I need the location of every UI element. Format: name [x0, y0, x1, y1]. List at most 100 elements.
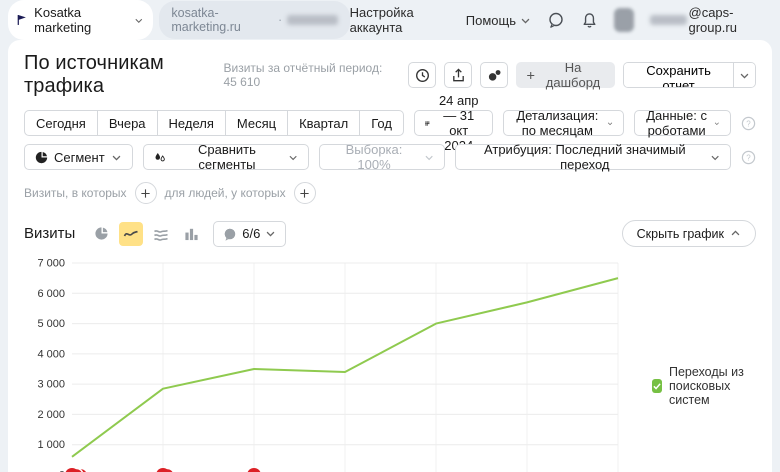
period-month-button[interactable]: Месяц: [226, 110, 288, 136]
legend-label: Переходы из поисковых систем: [669, 365, 756, 407]
counter-id-redacted: [287, 15, 338, 25]
visits-line-chart: 01 0002 0003 0004 0005 0006 0007 000Апр …: [24, 253, 628, 472]
save-report-dropdown[interactable]: [733, 63, 755, 87]
chat-icon[interactable]: [547, 11, 565, 29]
sampling-label: Выборка: 100%: [330, 142, 417, 172]
legend-checkbox-checked[interactable]: [652, 379, 662, 393]
topbar: Kosatka marketing kosatka-marketing.ru Н…: [0, 0, 780, 40]
chevron-up-icon: [730, 228, 741, 239]
history-button[interactable]: [408, 62, 436, 88]
pie-chart-icon: [94, 226, 109, 241]
svg-text:7 000: 7 000: [37, 258, 65, 270]
chevron-down-icon: [265, 228, 276, 239]
period-today-button[interactable]: Сегодня: [24, 110, 98, 136]
report-card: По источникам трафика Визиты за отчётный…: [8, 40, 772, 472]
line-chart-type-button[interactable]: [119, 222, 143, 246]
period-quarter-button[interactable]: Квартал: [288, 110, 360, 136]
chevron-down-icon: [111, 152, 122, 163]
checkmark-icon: [652, 381, 662, 391]
svg-text:6 000: 6 000: [37, 288, 65, 300]
compare-segments-button[interactable]: Сравнить сегменты: [143, 144, 310, 170]
chart-mount[interactable]: 01 0002 0003 0004 0005 0006 0007 000Апр …: [24, 253, 756, 472]
separator-dot: [278, 13, 282, 27]
visits-filter-label: Визиты, в которых: [24, 186, 127, 200]
metrica-balls-icon: [487, 68, 502, 83]
chevron-down-icon: [714, 118, 720, 129]
data-mode-label: Данные: с роботами: [645, 108, 708, 138]
compare-segments-label: Сравнить сегменты: [172, 142, 282, 172]
svg-text:3 000: 3 000: [37, 379, 65, 391]
people-filter-label: для людей, у которых: [165, 186, 286, 200]
chart-area: 01 0002 0003 0004 0005 0006 0007 000Апр …: [24, 253, 756, 472]
help-question-icon[interactable]: ?: [741, 116, 756, 131]
chevron-down-icon: [607, 118, 613, 129]
svg-text:?: ?: [746, 153, 751, 162]
data-mode-select[interactable]: Данные: с роботами: [634, 110, 731, 136]
period-year-button[interactable]: Год: [360, 110, 404, 136]
add-to-dashboard-label: На дашборд: [541, 60, 605, 90]
attribution-label: Атрибуция: Последний значимый переход: [466, 142, 704, 172]
chevron-down-icon: [739, 70, 750, 81]
svg-text:?: ?: [746, 119, 751, 128]
visits-summary: Визиты за отчётный период: 45 610: [223, 61, 396, 89]
counter-switcher[interactable]: Kosatka marketing: [8, 0, 153, 40]
hide-chart-label: Скрыть график: [637, 227, 724, 241]
detail-label: Детализация: по месяцам: [514, 108, 601, 138]
page-title: По источникам трафика: [24, 52, 223, 98]
svg-text:4 000: 4 000: [37, 348, 65, 360]
chevron-down-icon: [288, 152, 298, 163]
user-email[interactable]: @caps-group.ru: [650, 5, 766, 35]
add-people-filter-button[interactable]: [294, 182, 316, 204]
legend-item-search-traffic[interactable]: Переходы из поисковых систем: [652, 365, 756, 407]
save-report-button[interactable]: Сохранить отчет: [624, 63, 733, 87]
line-chart-icon: [123, 226, 139, 242]
counter-name: Kosatka marketing: [34, 5, 128, 35]
svg-text:2 000: 2 000: [37, 409, 65, 421]
export-button[interactable]: [444, 62, 472, 88]
detail-select[interactable]: Детализация: по месяцам: [503, 110, 624, 136]
chevron-down-icon: [424, 152, 434, 163]
metrica-apps-button[interactable]: [480, 62, 508, 88]
help-menu[interactable]: Помощь: [466, 13, 531, 28]
metrica-logo-icon: [16, 13, 28, 27]
date-range-button[interactable]: 24 апр — 31 окт 2024: [414, 110, 493, 136]
compare-drops-icon: [154, 151, 166, 164]
counter-domain[interactable]: kosatka-marketing.ru: [159, 1, 349, 39]
column-chart-icon: [184, 226, 199, 241]
add-visit-filter-button[interactable]: [135, 182, 157, 204]
notes-toggle-button[interactable]: 6/6: [213, 221, 286, 247]
counter-domain-label: kosatka-marketing.ru: [171, 6, 273, 34]
save-report-split-button: Сохранить отчет: [623, 62, 756, 88]
visits-summary-value: 45 610: [223, 75, 260, 89]
area-chart-type-button[interactable]: [149, 222, 173, 246]
clock-icon: [415, 68, 430, 83]
help-question-icon[interactable]: ?: [741, 150, 756, 165]
pie-segment-icon: [35, 151, 48, 164]
period-yesterday-button[interactable]: Вчера: [98, 110, 158, 136]
pie-chart-type-button[interactable]: [89, 222, 113, 246]
user-avatar[interactable]: [614, 8, 634, 32]
account-settings-link[interactable]: Настройка аккаунта: [350, 5, 450, 35]
calendar-grid-icon: [425, 117, 430, 130]
hide-chart-button[interactable]: Скрыть график: [622, 220, 756, 247]
period-preset-group: Сегодня Вчера Неделя Месяц Квартал Год: [24, 110, 404, 136]
segment-button[interactable]: Сегмент: [24, 144, 133, 170]
notes-count: 6/6: [242, 226, 260, 241]
plus-icon: [526, 70, 535, 81]
period-week-button[interactable]: Неделя: [158, 110, 226, 136]
add-to-dashboard-button[interactable]: На дашборд: [516, 62, 615, 88]
plus-icon: [140, 188, 151, 199]
sampling-select[interactable]: Выборка: 100%: [319, 144, 445, 170]
help-label: Помощь: [466, 13, 516, 28]
email-prefix-redacted: [650, 15, 687, 25]
svg-text:5 000: 5 000: [37, 318, 65, 330]
svg-text:1 000: 1 000: [37, 439, 65, 451]
email-domain: @caps-group.ru: [689, 5, 767, 35]
chevron-down-icon: [134, 15, 144, 26]
chevron-down-icon: [520, 15, 531, 26]
column-chart-type-button[interactable]: [179, 222, 203, 246]
attribution-select[interactable]: Атрибуция: Последний значимый переход: [455, 144, 731, 170]
bell-icon[interactable]: [581, 11, 598, 29]
plus-icon: [299, 188, 310, 199]
area-chart-icon: [153, 226, 169, 242]
